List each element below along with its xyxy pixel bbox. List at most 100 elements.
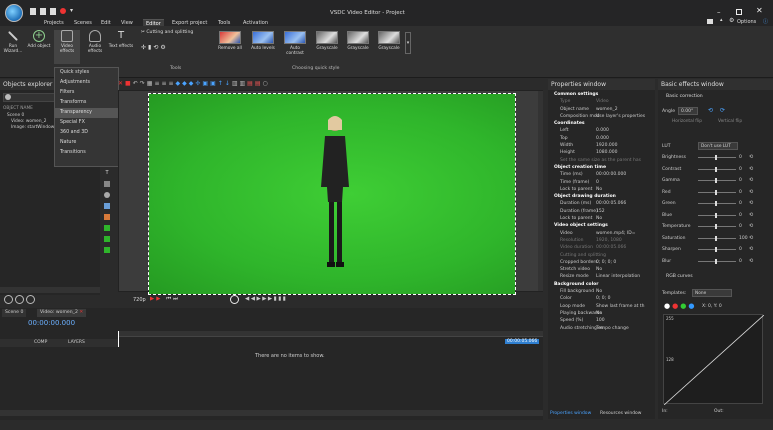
- effect-slider-knob[interactable]: [715, 258, 717, 264]
- layout-icon[interactable]: ▥▥: [232, 80, 247, 87]
- property-row[interactable]: Duration (frame) 152: [548, 208, 655, 215]
- templates-select[interactable]: None: [692, 289, 732, 297]
- audio-effects-button[interactable]: Audio effects: [82, 30, 108, 64]
- property-row[interactable]: Lock to parent No: [548, 186, 655, 193]
- shape-tool-icon[interactable]: [104, 192, 110, 198]
- property-row[interactable]: Audio stretching m Tempo change: [548, 325, 655, 332]
- timeline-scrollbar[interactable]: [0, 410, 543, 416]
- effect-slider-knob[interactable]: [715, 166, 717, 172]
- new-project-icon[interactable]: [30, 8, 36, 15]
- effect-slider-knob[interactable]: [715, 201, 717, 206]
- effect-slider[interactable]: [698, 203, 736, 204]
- help-icon[interactable]: ⓘ: [763, 18, 768, 25]
- property-row[interactable]: Top 0.000: [548, 135, 655, 142]
- property-row[interactable]: Loop mode Show last frame at th: [548, 303, 655, 310]
- run-wizard-button[interactable]: Run Wizard...: [0, 30, 26, 64]
- effect-slider[interactable]: [698, 214, 736, 216]
- reset-icon[interactable]: ⟲: [749, 198, 753, 210]
- effect-slider-knob[interactable]: [715, 178, 717, 183]
- tab-properties-window[interactable]: Properties window: [550, 411, 591, 416]
- green-tool-icon-2[interactable]: [104, 236, 110, 242]
- reset-icon[interactable]: ⟲: [749, 187, 753, 199]
- reset-icon[interactable]: ⟲: [749, 233, 753, 245]
- add-object-button[interactable]: + Add object: [26, 30, 52, 64]
- property-row[interactable]: Object name women_2: [548, 106, 655, 113]
- explorer-scrollbar[interactable]: [0, 287, 100, 293]
- reset-icon[interactable]: ⟲: [749, 164, 753, 176]
- property-row[interactable]: Cropped borders 0; 0; 0; 0: [548, 259, 655, 266]
- lut-select[interactable]: Don't use LUT: [698, 142, 738, 150]
- more-tools-icon[interactable]: ⚙: [160, 44, 167, 51]
- remove-all-style[interactable]: Remove all: [218, 31, 242, 55]
- menu-adjustments[interactable]: Adjustments: [55, 78, 118, 88]
- arrows-icon[interactable]: ↑↓: [218, 80, 232, 87]
- property-row[interactable]: Video women.mp4; ID=: [548, 230, 655, 237]
- property-row[interactable]: Object drawing duration: [548, 193, 655, 200]
- options-gear-icon[interactable]: ⚙: [729, 17, 734, 24]
- property-row[interactable]: Stretch video No: [548, 266, 655, 273]
- effect-value[interactable]: 0: [739, 256, 742, 268]
- reset-icon[interactable]: ⟲: [749, 221, 753, 233]
- reset-icon[interactable]: ⟲: [749, 244, 753, 256]
- property-row[interactable]: Type Video: [548, 98, 655, 105]
- reset-icon[interactable]: ⟲: [749, 152, 753, 164]
- effect-slider[interactable]: [698, 191, 736, 193]
- menu-nature[interactable]: Nature: [55, 138, 118, 148]
- effect-slider[interactable]: [698, 260, 736, 262]
- text-effects-button[interactable]: T Text effects: [108, 30, 134, 64]
- angle-input[interactable]: 0.00°: [678, 107, 698, 115]
- effect-slider[interactable]: [698, 237, 736, 239]
- dropdown-arrow-icon[interactable]: ▾: [70, 7, 73, 14]
- text-tool-icon[interactable]: T: [104, 170, 110, 176]
- property-row[interactable]: Background color: [548, 281, 655, 288]
- property-row[interactable]: Common settings: [548, 91, 655, 98]
- next-frame-icon[interactable]: ▶▶: [262, 296, 273, 302]
- effect-slider[interactable]: [698, 157, 736, 158]
- grayscale-style-2[interactable]: Grayscale: [346, 31, 370, 55]
- zoom-select[interactable]: 720p: [133, 297, 146, 303]
- property-row[interactable]: Speed (%) 100: [548, 317, 655, 324]
- effect-slider-knob[interactable]: [715, 155, 717, 160]
- tree-image-startwindow[interactable]: Image: startWindow: [8, 125, 54, 131]
- effect-slider[interactable]: [698, 226, 736, 227]
- crop-icon[interactable]: ✢: [141, 44, 148, 51]
- white-channel-icon[interactable]: ●: [664, 302, 672, 310]
- effect-slider-knob[interactable]: [715, 212, 717, 218]
- play-tool-icon[interactable]: [104, 247, 110, 253]
- property-row[interactable]: Video duration 00:00:05.066: [548, 244, 655, 251]
- reset-icon[interactable]: ⟲: [749, 175, 753, 187]
- red-channel-icon[interactable]: ●: [672, 302, 680, 310]
- effect-value[interactable]: 0: [739, 152, 742, 164]
- zoom-icon[interactable]: ○: [263, 80, 270, 87]
- align-icon[interactable]: ≡≡≡: [154, 80, 175, 87]
- horizontal-flip-checkbox[interactable]: Horizontal flip: [672, 119, 702, 124]
- record-icon[interactable]: [60, 8, 66, 14]
- redo-icon[interactable]: ↷: [140, 80, 147, 87]
- preview-scrollbar-v[interactable]: [538, 91, 543, 291]
- record-circle-icon[interactable]: [230, 295, 239, 304]
- property-row[interactable]: Duration (ms) 00:00:05.066: [548, 200, 655, 207]
- effect-slider[interactable]: [698, 168, 736, 170]
- rgb-curve-graph[interactable]: 255 128: [663, 314, 764, 405]
- effect-value[interactable]: 0: [739, 221, 742, 233]
- options-label[interactable]: Options: [737, 19, 756, 25]
- effect-value[interactable]: 0: [739, 187, 742, 199]
- save-icon[interactable]: [50, 8, 56, 15]
- property-row[interactable]: Height 1080.000: [548, 149, 655, 156]
- effect-slider-knob[interactable]: [715, 224, 717, 229]
- undo-icon[interactable]: ↶: [133, 80, 140, 87]
- effect-slider-knob[interactable]: [715, 235, 717, 241]
- close-icon[interactable]: ✕: [756, 6, 763, 15]
- property-row[interactable]: Playing backwards No: [548, 310, 655, 317]
- record-button[interactable]: [26, 295, 35, 304]
- property-row[interactable]: Width 1920.000: [548, 142, 655, 149]
- property-row[interactable]: Lock to parent No: [548, 215, 655, 222]
- auto-levels-style[interactable]: Auto levels: [251, 31, 275, 55]
- tab-resources-window[interactable]: Resources window: [600, 411, 641, 416]
- property-row[interactable]: Video object settings: [548, 222, 655, 229]
- scene-tab[interactable]: Scene 0: [2, 309, 27, 317]
- rotate-right-icon[interactable]: ⟳: [720, 107, 725, 114]
- property-row[interactable]: Set the same size as the parent has: [548, 157, 655, 164]
- property-row[interactable]: Cutting and splitting: [548, 252, 655, 259]
- collapse-ribbon-icon[interactable]: ▴: [720, 17, 723, 23]
